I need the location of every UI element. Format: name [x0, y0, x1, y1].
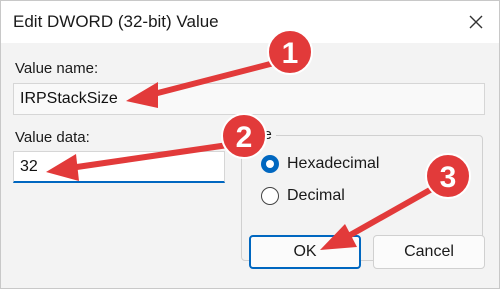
title-bar: Edit DWORD (32-bit) Value — [1, 1, 499, 43]
value-data-label: Value data: — [15, 129, 90, 146]
close-icon — [469, 15, 483, 29]
cancel-button[interactable]: Cancel — [373, 235, 485, 269]
value-name-field[interactable]: IRPStackSize — [13, 83, 485, 115]
ok-button[interactable]: OK — [249, 235, 361, 269]
radio-hexadecimal-label: Hexadecimal — [287, 155, 380, 172]
edit-dword-dialog: Edit DWORD (32-bit) Value Value name: IR… — [0, 0, 500, 289]
base-group-legend: se — [252, 126, 276, 143]
dialog-title: Edit DWORD (32-bit) Value — [13, 12, 219, 31]
value-name-label: Value name: — [15, 60, 99, 77]
dialog-content: Value name: IRPStackSize Value data: 32 … — [1, 43, 499, 288]
radio-decimal-label: Decimal — [287, 187, 345, 204]
radio-selected-icon — [261, 155, 279, 173]
value-data-field[interactable]: 32 — [13, 151, 225, 183]
radio-hexadecimal[interactable]: Hexadecimal — [261, 155, 379, 173]
radio-unselected-icon — [261, 187, 279, 205]
close-button[interactable] — [453, 1, 499, 43]
radio-decimal[interactable]: Decimal — [261, 187, 345, 205]
